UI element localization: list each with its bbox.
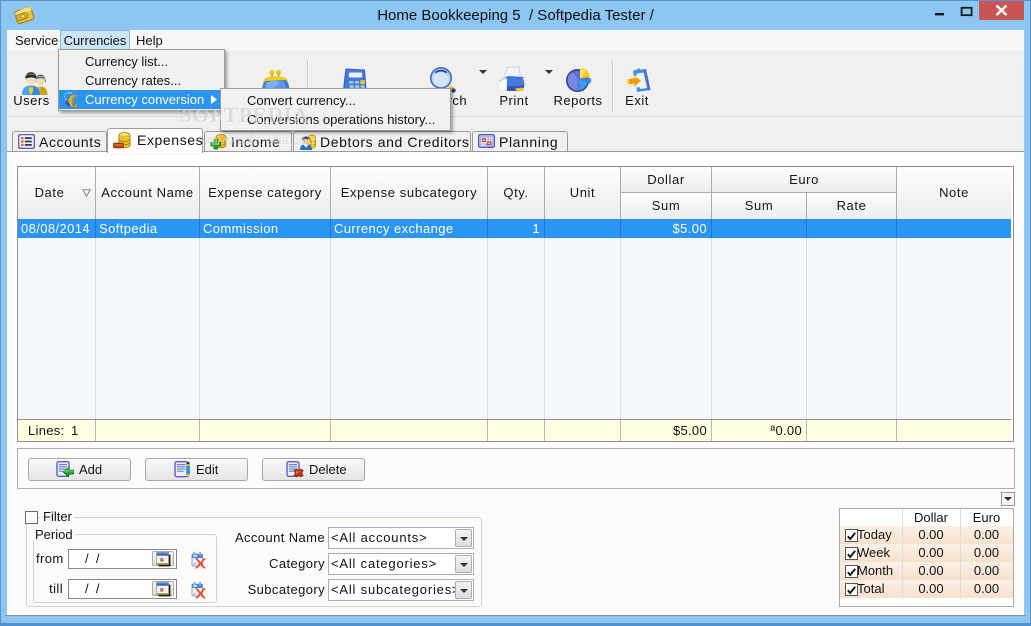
svg-text:€: € [68,91,77,109]
